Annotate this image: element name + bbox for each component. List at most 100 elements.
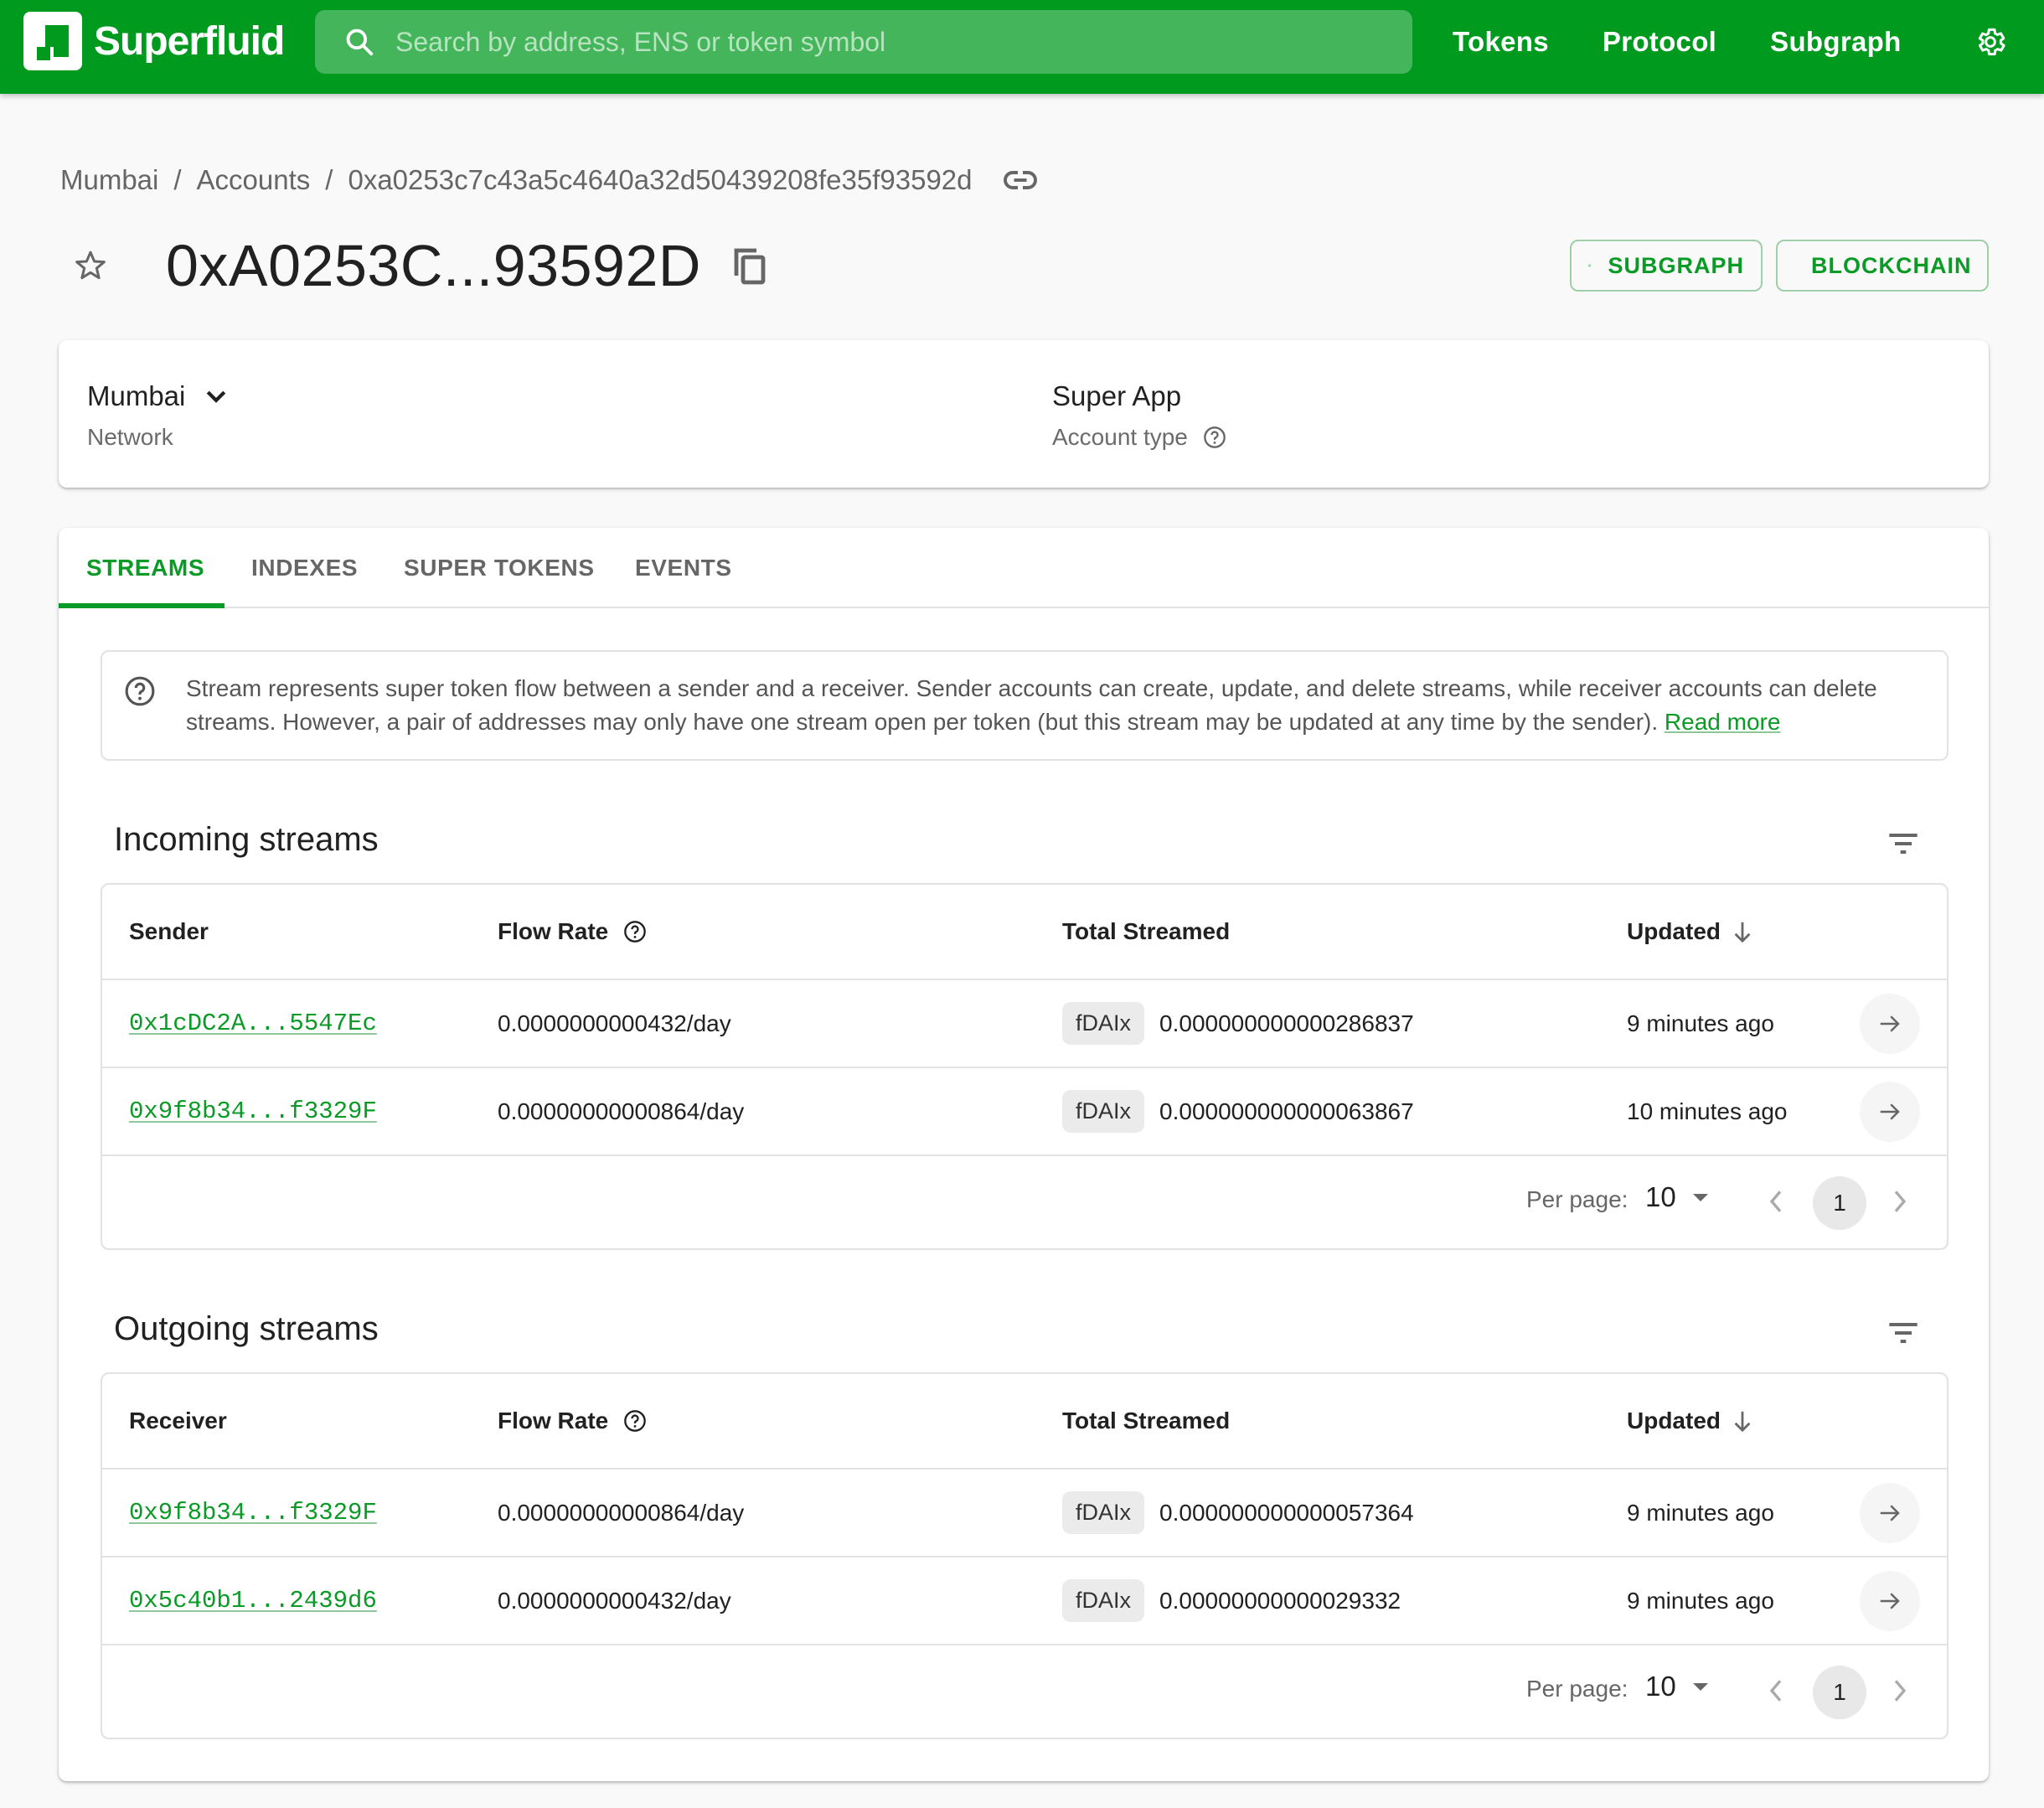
table-row[interactable]: 0x5c40b1...2439d6 0.0000000000432/day fD… bbox=[102, 1557, 1947, 1645]
breadcrumb-network[interactable]: Mumbai bbox=[60, 164, 158, 196]
network-label: Network bbox=[87, 424, 173, 450]
account-type-label: Account type bbox=[1052, 424, 1188, 450]
flow-rate: 0.0000000000432/day bbox=[498, 1010, 731, 1036]
active-tab-indicator bbox=[59, 603, 225, 608]
streams-info-notice: Stream represents super token flow betwe… bbox=[101, 650, 1949, 761]
sort-descending-icon bbox=[1734, 1411, 1751, 1433]
chevron-right-icon[interactable] bbox=[1892, 1186, 1908, 1217]
arrow-right-icon bbox=[1880, 1103, 1900, 1120]
per-page-select[interactable]: 10 bbox=[1645, 1181, 1708, 1213]
breadcrumb-separator: / bbox=[325, 164, 333, 195]
nav-subgraph[interactable]: Subgraph bbox=[1770, 26, 1901, 58]
view-stream-button[interactable] bbox=[1860, 1570, 1920, 1631]
network-value: Mumbai bbox=[87, 380, 186, 411]
updated-time: 9 minutes ago bbox=[1627, 1587, 1774, 1614]
breadcrumb-separator: / bbox=[173, 164, 182, 195]
account-type-value: Super App bbox=[1052, 380, 1182, 411]
filter-icon[interactable] bbox=[1887, 831, 1920, 856]
column-header-label: Flow Rate bbox=[498, 1408, 609, 1433]
per-page-select[interactable]: 10 bbox=[1645, 1671, 1708, 1702]
search-icon bbox=[346, 28, 374, 56]
gear-icon[interactable] bbox=[1974, 25, 2007, 59]
table-row[interactable]: 0x9f8b34...f3329F 0.00000000000864/day f… bbox=[102, 1068, 1947, 1156]
tab-indexes[interactable]: INDEXES bbox=[251, 555, 358, 581]
updated-time: 10 minutes ago bbox=[1627, 1098, 1788, 1124]
breadcrumb-accounts[interactable]: Accounts bbox=[197, 164, 311, 196]
total-streamed: 0.000000000000063867 bbox=[1159, 1098, 1414, 1124]
brand-name: Superfluid bbox=[94, 18, 285, 64]
column-header-total-streamed: Total Streamed bbox=[1062, 1408, 1231, 1433]
tab-streams[interactable]: STREAMS bbox=[86, 555, 204, 581]
superfluid-logo[interactable]: Superfluid bbox=[23, 12, 285, 70]
token-chip[interactable]: fDAIx bbox=[1062, 1002, 1145, 1045]
chevron-right-icon[interactable] bbox=[1892, 1676, 1908, 1706]
notice-text: Stream represents super token flow betwe… bbox=[186, 675, 1877, 735]
outgoing-streams-title: Outgoing streams bbox=[114, 1310, 379, 1347]
network-selector[interactable]: Mumbai bbox=[87, 380, 227, 412]
column-header-updated[interactable]: Updated bbox=[1627, 885, 1752, 979]
pagination: Per page: 10 1 bbox=[102, 1645, 1947, 1738]
network-field: Mumbai Network bbox=[87, 380, 227, 451]
flow-rate: 0.0000000000432/day bbox=[498, 1587, 731, 1614]
total-streamed: 0.00000000000029332 bbox=[1159, 1587, 1401, 1614]
help-icon[interactable] bbox=[1203, 426, 1226, 449]
page-number-button[interactable]: 1 bbox=[1813, 1666, 1866, 1719]
column-header-updated[interactable]: Updated bbox=[1627, 1374, 1752, 1468]
incoming-streams-title: Incoming streams bbox=[114, 821, 379, 858]
view-stream-button[interactable] bbox=[1860, 1482, 1920, 1543]
top-nav: Tokens Protocol Subgraph bbox=[1453, 0, 1955, 84]
blockchain-button[interactable]: BLOCKCHAIN bbox=[1776, 240, 1989, 292]
column-header-flow-rate: Flow Rate bbox=[498, 1374, 647, 1468]
column-header-total-streamed: Total Streamed bbox=[1062, 918, 1231, 944]
outgoing-streams-table: Receiver Flow Rate Total Streamed Update… bbox=[101, 1372, 1949, 1739]
per-page-label: Per page: bbox=[1526, 1676, 1628, 1702]
per-page-value: 10 bbox=[1645, 1671, 1676, 1702]
streams-card: STREAMS INDEXES SUPER TOKENS EVENTS Stre… bbox=[59, 528, 1989, 1781]
column-header-receiver: Receiver bbox=[129, 1408, 227, 1433]
chevron-left-icon[interactable] bbox=[1768, 1676, 1784, 1706]
view-stream-button[interactable] bbox=[1860, 1081, 1920, 1142]
table-row[interactable]: 0x9f8b34...f3329F 0.00000000000864/day f… bbox=[102, 1470, 1947, 1557]
token-chip[interactable]: fDAIx bbox=[1062, 1090, 1145, 1133]
token-chip[interactable]: fDAIx bbox=[1062, 1579, 1145, 1622]
help-icon[interactable] bbox=[623, 920, 647, 943]
search-input[interactable] bbox=[395, 26, 1359, 58]
sender-address-link[interactable]: 0x9f8b34...f3329F bbox=[129, 1098, 377, 1125]
link-icon[interactable] bbox=[1003, 170, 1038, 190]
arrow-right-icon bbox=[1880, 1504, 1900, 1521]
receiver-address-link[interactable]: 0x9f8b34...f3329F bbox=[129, 1499, 377, 1526]
breadcrumb-current-address: 0xa0253c7c43a5c4640a32d50439208fe35f9359… bbox=[348, 164, 973, 195]
nav-tokens[interactable]: Tokens bbox=[1453, 26, 1549, 58]
updated-time: 9 minutes ago bbox=[1627, 1010, 1774, 1036]
column-header-label: Updated bbox=[1627, 1408, 1721, 1433]
subgraph-button[interactable]: SUBGRAPH bbox=[1570, 240, 1763, 292]
flow-rate: 0.00000000000864/day bbox=[498, 1098, 745, 1124]
receiver-address-link[interactable]: 0x5c40b1...2439d6 bbox=[129, 1587, 377, 1614]
view-stream-button[interactable] bbox=[1860, 993, 1920, 1054]
help-icon[interactable] bbox=[623, 1409, 647, 1433]
incoming-streams-table: Sender Flow Rate Total Streamed Updated … bbox=[101, 883, 1949, 1250]
arrow-right-icon bbox=[1880, 1015, 1900, 1032]
filter-icon[interactable] bbox=[1887, 1320, 1920, 1346]
table-row[interactable]: 0x1cDC2A...5547Ec 0.0000000000432/day fD… bbox=[102, 980, 1947, 1068]
chevron-down-icon bbox=[207, 390, 226, 403]
copy-icon[interactable] bbox=[731, 245, 768, 286]
help-icon bbox=[125, 676, 155, 706]
tab-events[interactable]: EVENTS bbox=[635, 555, 732, 581]
arrow-right-icon bbox=[1880, 1592, 1900, 1609]
chevron-left-icon[interactable] bbox=[1768, 1186, 1784, 1217]
token-chip[interactable]: fDAIx bbox=[1062, 1491, 1145, 1534]
total-streamed: 0.000000000000057364 bbox=[1159, 1499, 1414, 1526]
table-header: Sender Flow Rate Total Streamed Updated bbox=[102, 885, 1947, 980]
star-icon[interactable] bbox=[74, 249, 107, 282]
tab-super-tokens[interactable]: SUPER TOKENS bbox=[404, 555, 595, 581]
page-number-button[interactable]: 1 bbox=[1813, 1176, 1866, 1230]
sort-descending-icon bbox=[1734, 922, 1751, 943]
column-header-flow-rate: Flow Rate bbox=[498, 885, 647, 979]
nav-protocol[interactable]: Protocol bbox=[1603, 26, 1716, 58]
read-more-link[interactable]: Read more bbox=[1665, 709, 1781, 735]
search-bar[interactable] bbox=[315, 10, 1412, 74]
sender-address-link[interactable]: 0x1cDC2A...5547Ec bbox=[129, 1010, 377, 1037]
column-header-sender: Sender bbox=[129, 918, 209, 944]
per-page-value: 10 bbox=[1645, 1181, 1676, 1212]
